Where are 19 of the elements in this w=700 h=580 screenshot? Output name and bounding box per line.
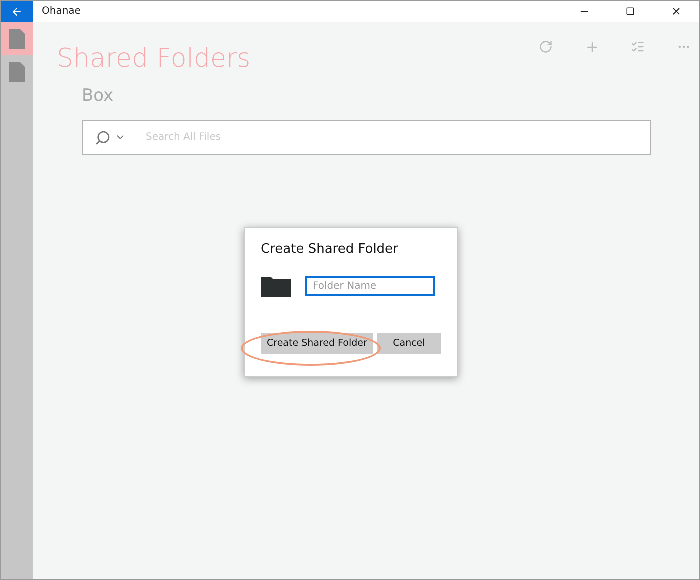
folder-name-field[interactable]: Folder Name — [305, 276, 435, 296]
window-title: Ohanae — [42, 6, 82, 17]
folder-icon — [261, 275, 291, 297]
maximize-icon — [626, 7, 634, 16]
sidebar-item[interactable] — [1, 22, 33, 55]
document-icon — [9, 28, 25, 48]
plus-icon — [584, 40, 600, 54]
document-icon — [9, 62, 25, 82]
close-icon — [670, 6, 682, 17]
create-button[interactable]: Create Shared Folder — [261, 333, 374, 354]
refresh-icon — [539, 40, 553, 54]
dialog-title: Create Shared Folder — [261, 242, 400, 257]
page-title: Shared Folders — [57, 44, 251, 74]
back-arrow-icon — [11, 6, 23, 18]
back-button[interactable] — [1, 1, 33, 22]
search-icon — [95, 130, 111, 146]
cancel-button[interactable]: Cancel — [377, 333, 441, 354]
checklist-icon — [631, 40, 645, 54]
page-subtitle: Box — [82, 86, 115, 106]
